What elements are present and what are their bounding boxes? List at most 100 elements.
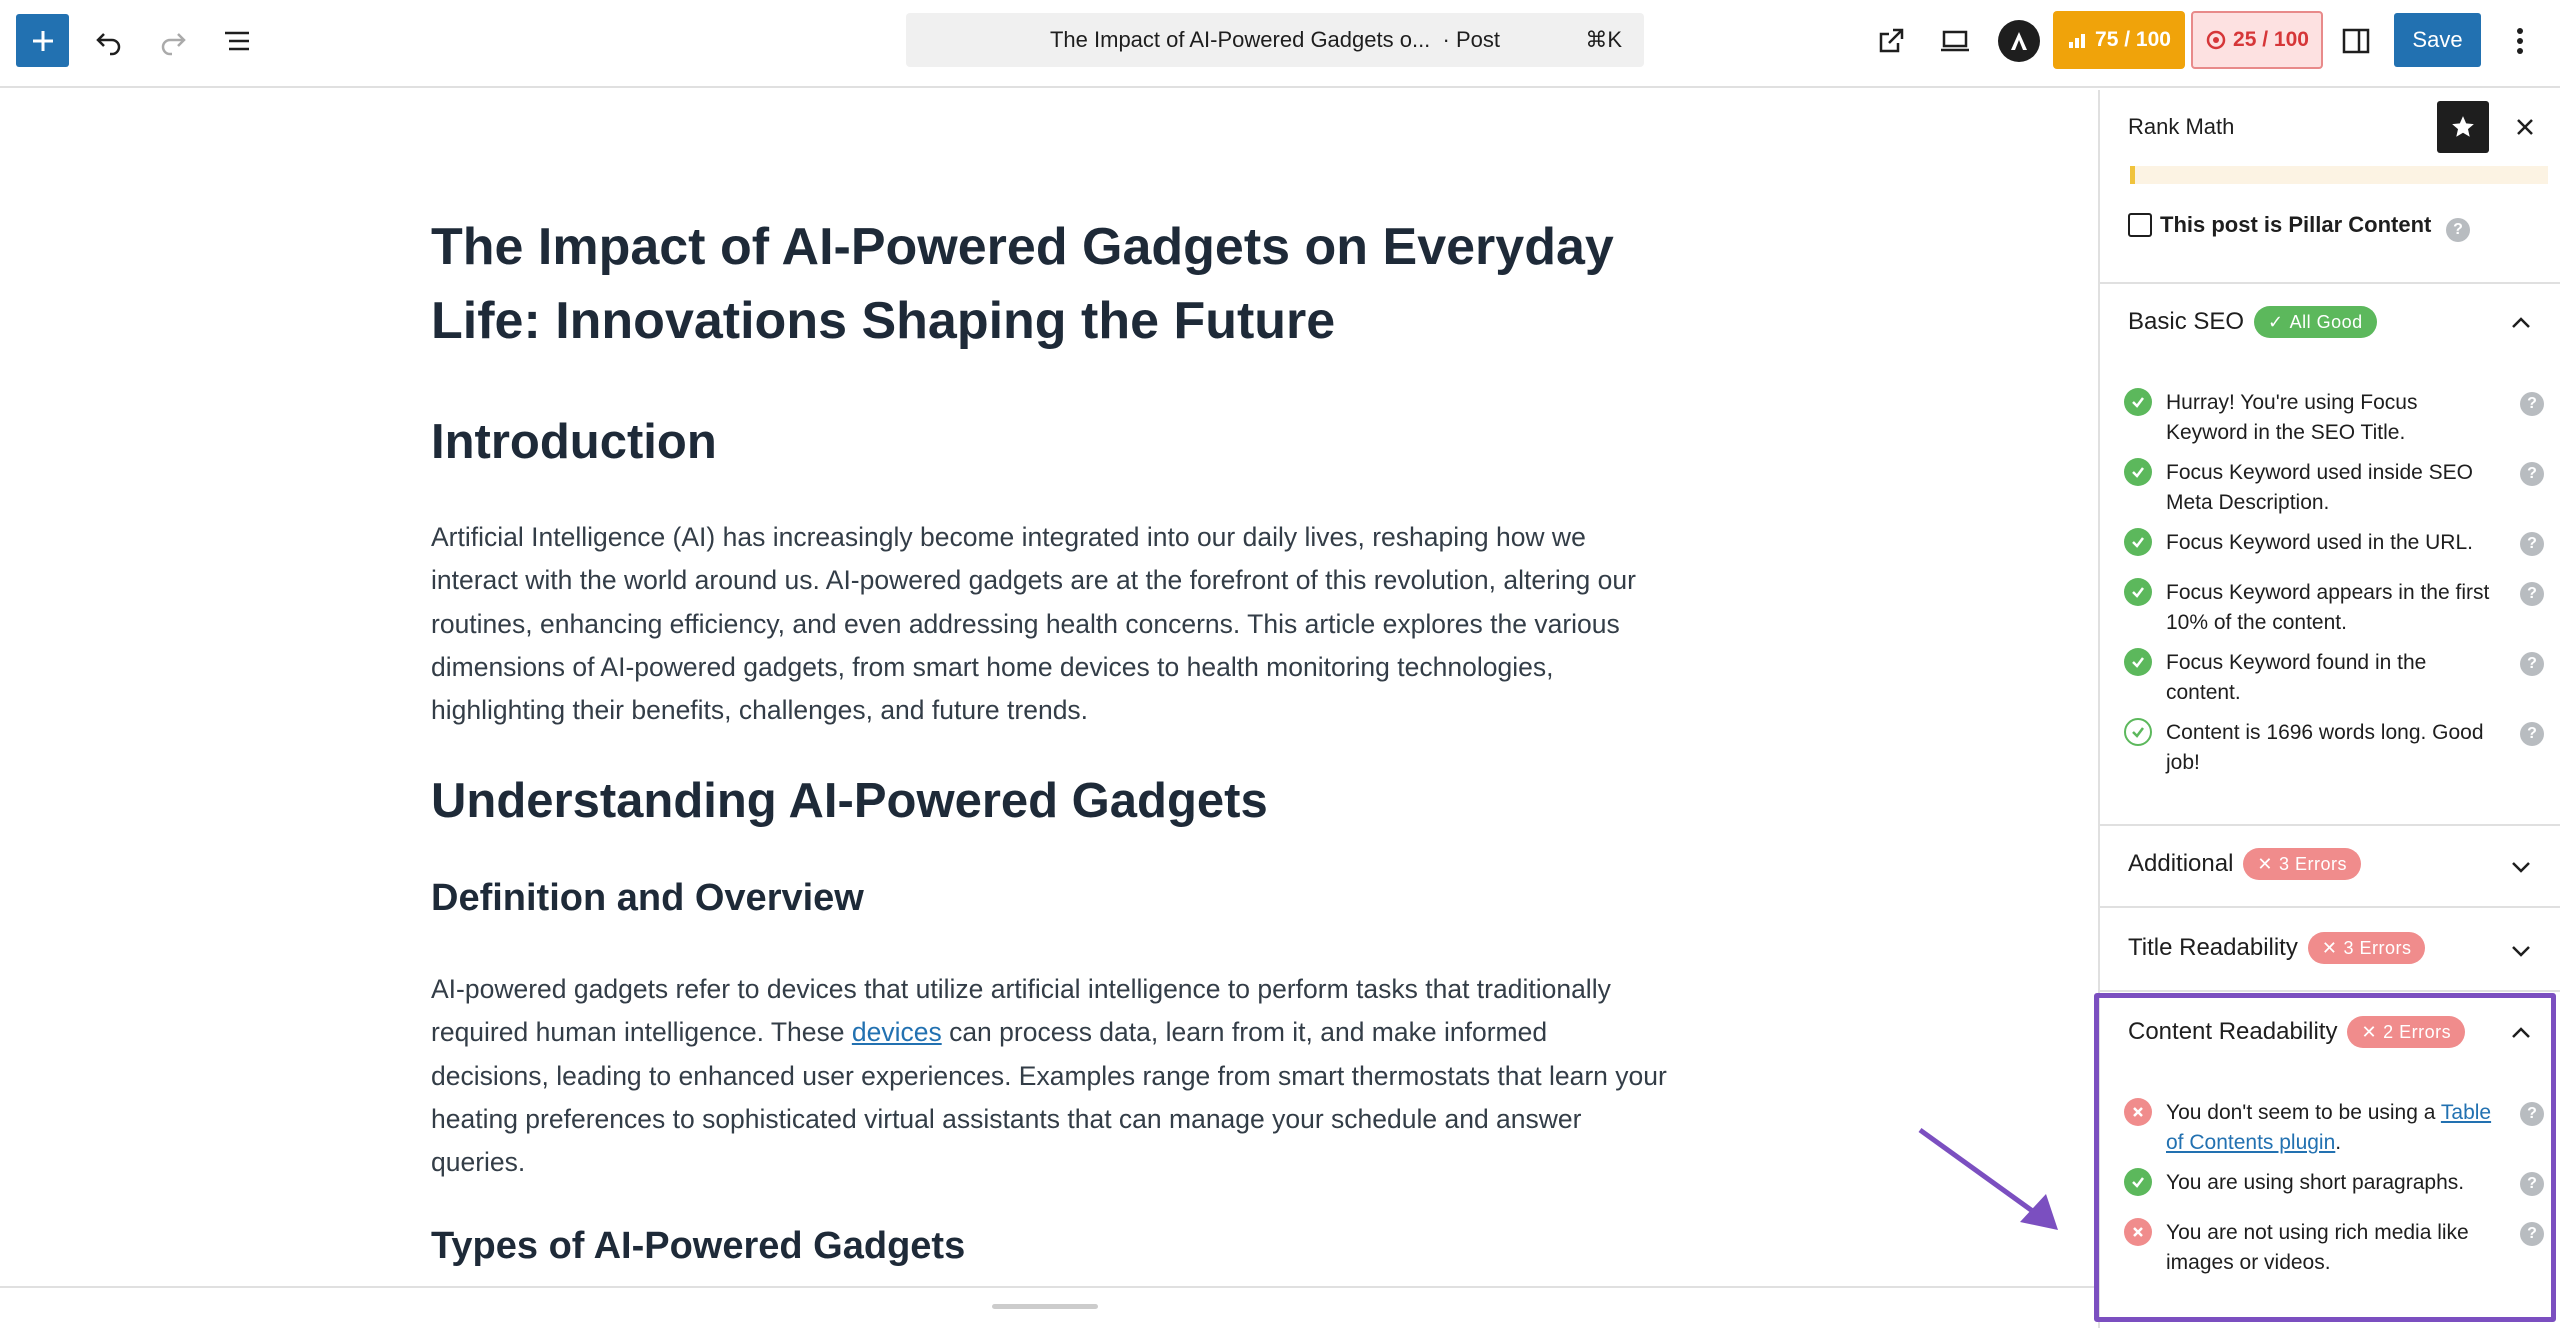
plus-icon <box>32 30 53 51</box>
help-icon[interactable]: ? <box>2520 1222 2544 1246</box>
editor-toolbar: The Impact of AI-Powered Gadgets o... · … <box>0 0 2560 88</box>
check-item: You don't seem to be using a Table of Co… <box>2124 1098 2544 1158</box>
check-circle-icon <box>2124 578 2152 606</box>
error-circle-icon <box>2124 1098 2152 1126</box>
astra-logo-icon <box>2011 32 2027 50</box>
check-item: Focus Keyword used in the URL. ? <box>2124 528 2544 558</box>
editor-footer <box>0 1286 2098 1328</box>
check-item: You are using short paragraphs. ? <box>2124 1168 2544 1198</box>
desktop-icon <box>1941 30 1969 52</box>
check-item: Focus Keyword used inside SEO Meta Descr… <box>2124 458 2544 518</box>
check-item: Hurray! You're using Focus Keyword in th… <box>2124 388 2544 448</box>
title-readability-title: Title Readability <box>2128 934 2298 961</box>
help-icon[interactable]: ? <box>2520 532 2544 556</box>
help-icon[interactable]: ? <box>2520 652 2544 676</box>
view-post-button[interactable] <box>1868 18 1914 64</box>
undo-icon <box>96 33 121 56</box>
error-circle-icon <box>2124 1218 2152 1246</box>
pillar-content-checkbox[interactable] <box>2128 213 2152 237</box>
check-text: You don't seem to be using a Table of Co… <box>2166 1101 2492 1154</box>
error-badge: ✕ 2 Errors <box>2347 1016 2466 1048</box>
content-readability-title: Content Readability <box>2128 1018 2338 1045</box>
pillar-content-label: This post is Pillar Content <box>2160 212 2432 237</box>
basic-seo-header[interactable]: Basic SEO ✓ All Good <box>2128 306 2377 338</box>
readability-icon <box>2206 30 2226 50</box>
close-icon <box>2517 119 2533 135</box>
check-circle-icon <box>2124 528 2152 556</box>
save-button[interactable]: Save <box>2394 13 2481 67</box>
rank-math-sidebar: Rank Math This post is Pillar Content ? … <box>2098 90 2560 1328</box>
astra-settings-button[interactable] <box>1998 20 2040 62</box>
command-palette-bar[interactable]: The Impact of AI-Powered Gadgets o... · … <box>906 13 1644 67</box>
check-text: Focus Keyword appears in the first 10% o… <box>2166 581 2490 634</box>
chevron-down-icon[interactable] <box>2506 852 2536 882</box>
preview-button[interactable] <box>1932 18 1978 64</box>
sidebar-icon <box>2342 28 2370 54</box>
pin-sidebar-button[interactable] <box>2437 101 2489 153</box>
check-text: Focus Keyword found in the content. <box>2166 651 2427 704</box>
help-icon[interactable]: ? <box>2520 462 2544 486</box>
divider <box>2100 990 2560 992</box>
seo-score-button[interactable]: 75 / 100 <box>2053 11 2185 69</box>
redo-icon <box>161 33 186 56</box>
list-view-icon <box>225 31 249 51</box>
star-icon <box>2452 116 2474 137</box>
document-overview-button[interactable] <box>214 18 260 64</box>
settings-sidebar-toggle[interactable] <box>2333 18 2379 64</box>
more-vertical-icon <box>2517 28 2523 54</box>
basic-seo-title: Basic SEO <box>2128 308 2245 335</box>
check-text: You are using short paragraphs. <box>2166 1171 2465 1194</box>
pillar-content-option[interactable]: This post is Pillar Content <box>2128 212 2431 238</box>
readability-score-button[interactable]: 25 / 100 <box>2191 11 2323 69</box>
document-title: The Impact of AI-Powered Gadgets o... · … <box>1049 27 1500 52</box>
chevron-up-icon[interactable] <box>2506 308 2536 338</box>
help-icon[interactable]: ? <box>2446 218 2470 242</box>
heading-definition[interactable]: Definition and Overview <box>431 877 864 920</box>
divider <box>2100 906 2560 908</box>
paragraph-intro[interactable]: Artificial Intelligence (AI) has increas… <box>431 516 1671 732</box>
check-item: Content is 1696 words long. Good job! ? <box>2124 718 2544 778</box>
redo-button[interactable] <box>150 18 196 64</box>
external-link-icon <box>1879 28 1904 53</box>
sidebar-title: Rank Math <box>2128 114 2235 139</box>
sidebar-header: Rank Math <box>2100 90 2560 166</box>
check-circle-icon <box>2124 1168 2152 1196</box>
heading-introduction[interactable]: Introduction <box>431 414 717 470</box>
check-text: Hurray! You're using Focus Keyword in th… <box>2166 391 2418 444</box>
check-text: Content is 1696 words long. Good job! <box>2166 721 2484 774</box>
devices-link[interactable]: devices <box>852 1017 942 1047</box>
check-circle-icon <box>2124 648 2152 676</box>
check-circle-icon <box>2124 458 2152 486</box>
help-icon[interactable]: ? <box>2520 1172 2544 1196</box>
status-badge: ✓ All Good <box>2254 306 2377 338</box>
undo-button[interactable] <box>86 18 132 64</box>
paragraph-definition[interactable]: AI-powered gadgets refer to devices that… <box>431 968 1671 1184</box>
content-readability-header[interactable]: Content Readability ✕ 2 Errors <box>2128 1016 2466 1048</box>
help-icon[interactable]: ? <box>2520 1102 2544 1126</box>
block-inserter-button[interactable] <box>16 14 69 67</box>
help-icon[interactable]: ? <box>2520 392 2544 416</box>
check-text: You are not using rich media like images… <box>2166 1221 2469 1274</box>
heading-understanding[interactable]: Understanding AI-Powered Gadgets <box>431 773 1268 829</box>
check-text: Focus Keyword used in the URL. <box>2166 531 2473 554</box>
divider <box>2100 824 2560 826</box>
chevron-down-icon[interactable] <box>2506 936 2536 966</box>
title-readability-header[interactable]: Title Readability ✕ 3 Errors <box>2128 932 2426 964</box>
close-sidebar-button[interactable] <box>2504 106 2546 148</box>
rank-math-chart-icon <box>2069 34 2086 48</box>
help-icon[interactable]: ? <box>2520 582 2544 606</box>
additional-title: Additional <box>2128 850 2234 877</box>
check-text: Focus Keyword used inside SEO Meta Descr… <box>2166 461 2473 514</box>
resize-handle[interactable] <box>992 1304 1098 1309</box>
additional-header[interactable]: Additional ✕ 3 Errors <box>2128 848 2362 880</box>
help-icon[interactable]: ? <box>2520 722 2544 746</box>
error-badge: ✕ 3 Errors <box>2243 848 2362 880</box>
options-button[interactable] <box>2500 18 2540 64</box>
post-title[interactable]: The Impact of AI-Powered Gadgets on Ever… <box>431 210 1671 358</box>
chevron-up-icon[interactable] <box>2506 1018 2536 1048</box>
heading-types[interactable]: Types of AI-Powered Gadgets <box>431 1225 965 1268</box>
annotation-arrow-icon <box>1918 1127 2058 1230</box>
check-item: You are not using rich media like images… <box>2124 1218 2544 1278</box>
error-badge: ✕ 3 Errors <box>2307 932 2426 964</box>
shortcut-hint: ⌘K <box>1585 27 1622 52</box>
